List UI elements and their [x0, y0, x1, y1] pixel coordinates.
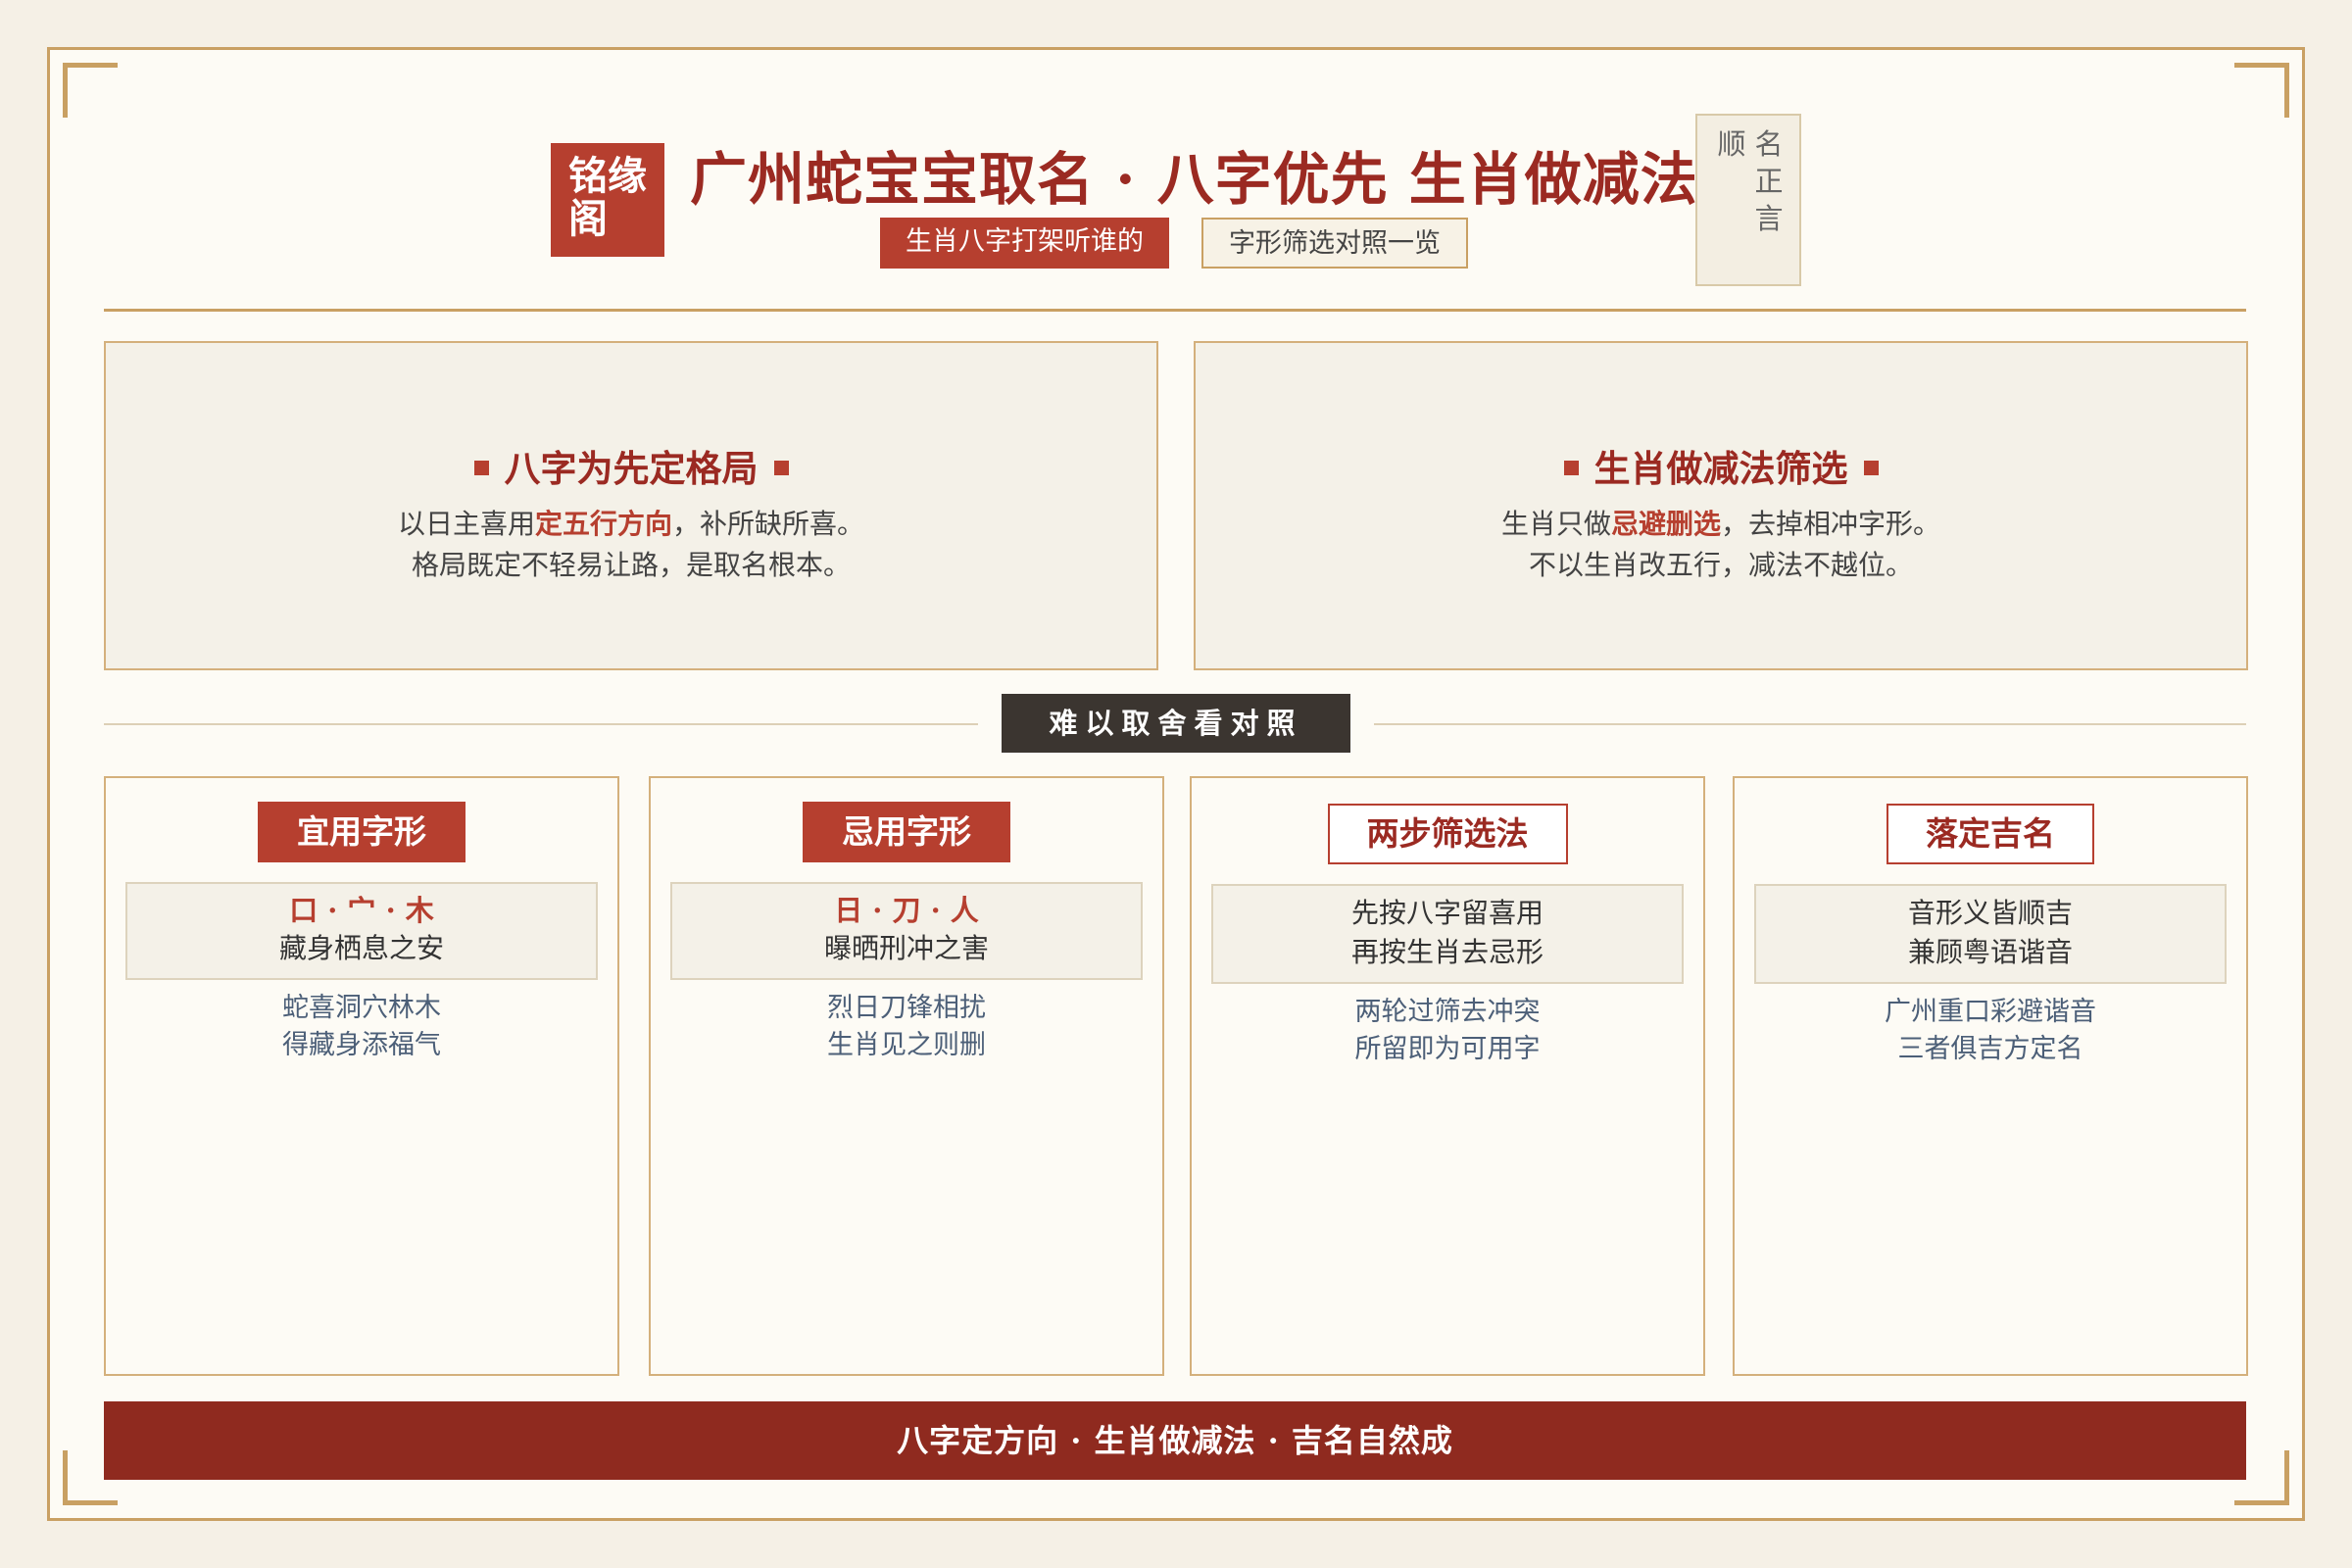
header-divider: [104, 309, 2246, 312]
square-bullet-icon: [1563, 461, 1579, 475]
radical-list: 口 · 宀 · 木: [289, 894, 434, 927]
card-final-name: 落定吉名 音形义皆顺吉 兼顾粤语谐音 广州重口彩避谐音 三者俱吉方定名: [1733, 776, 2248, 1376]
card-box: 先按八字留喜用 再按生肖去忌形: [1211, 884, 1684, 984]
brand-logo: 铭缘阁: [551, 143, 664, 257]
card-note: 三者俱吉方定名: [1897, 1034, 2083, 1064]
panel-heading: 生肖做减法筛选: [1196, 439, 2246, 492]
card-title: 两步筛选法: [1327, 804, 1568, 864]
card-note: 生肖见之则删: [827, 1030, 986, 1060]
radical-list: 日 · 刀 · 人: [834, 894, 979, 927]
seal-text-col-1: 顺: [1717, 127, 1746, 161]
box-line: 音形义皆顺吉: [1907, 897, 2073, 929]
panel-line-1: 以日主喜用定五行方向，补所缺所喜。: [397, 508, 865, 540]
subtitle-tag-primary: 生肖八字打架听谁的: [880, 218, 1169, 269]
box-line: 再按生肖去忌形: [1350, 936, 1544, 968]
square-bullet-icon: [473, 461, 489, 475]
card-box: 音形义皆顺吉 兼顾粤语谐音: [1754, 884, 2227, 984]
corner-ornament-top-right: [2234, 63, 2289, 118]
principle-panel-zodiac: 生肖做减法筛选 生肖只做忌避删选，去掉相冲字形。 不以生肖改五行，减法不越位。: [1194, 341, 2248, 670]
card-note: 广州重口彩避谐音: [1885, 997, 2096, 1027]
footer-banner: 八字定方向 · 生肖做减法 · 吉名自然成: [104, 1401, 2246, 1480]
corner-ornament-top-left: [63, 63, 118, 118]
principle-panel-bazi: 八字为先定格局 以日主喜用定五行方向，补所缺所喜。 格局既定不轻易让路，是取名根…: [104, 341, 1158, 670]
square-bullet-icon: [773, 461, 789, 475]
square-bullet-icon: [1863, 461, 1879, 475]
section-label: 难以取舍看对照: [1002, 694, 1350, 753]
box-line: 曝晒刑冲之害: [823, 932, 989, 964]
card-note: 烈日刀锋相扰: [827, 993, 986, 1023]
highlight-text: 定五行方向: [534, 508, 672, 540]
card-note: 两轮过筛去冲突: [1354, 997, 1541, 1027]
seal-text-col-2: 名正言: [1754, 127, 1784, 235]
card-suitable-forms: 宜用字形 口 · 宀 · 木 藏身栖息之安 蛇喜洞穴林木 得藏身添福气: [104, 776, 619, 1376]
card-title: 宜用字形: [258, 802, 466, 862]
section-divider-right: [1374, 723, 2246, 725]
card-note: 所留即为可用字: [1354, 1034, 1541, 1064]
box-line: 藏身栖息之安: [278, 932, 444, 964]
page-title: 广州蛇宝宝取名 · 八字优先 生肖做减法: [690, 146, 1698, 213]
panel-line-2: 格局既定不轻易让路，是取名根本。: [411, 549, 851, 581]
highlight-text: 忌避删选: [1610, 508, 1721, 540]
card-two-step-method: 两步筛选法 先按八字留喜用 再按生肖去忌形 两轮过筛去冲突 所留即为可用字: [1190, 776, 1705, 1376]
section-divider-left: [104, 723, 978, 725]
seal-stamp: 顺 名正言: [1695, 114, 1801, 286]
box-line: 先按八字留喜用: [1350, 897, 1544, 929]
card-note: 蛇喜洞穴林木: [282, 993, 441, 1023]
subtitle-tag-secondary: 字形筛选对照一览: [1201, 218, 1468, 269]
card-avoid-forms: 忌用字形 日 · 刀 · 人 曝晒刑冲之害 烈日刀锋相扰 生肖见之则删: [649, 776, 1164, 1376]
card-note: 得藏身添福气: [282, 1030, 441, 1060]
card-title: 忌用字形: [803, 802, 1010, 862]
card-box: 日 · 刀 · 人 曝晒刑冲之害: [670, 882, 1143, 980]
card-box: 口 · 宀 · 木 藏身栖息之安: [125, 882, 598, 980]
panel-line-2: 不以生肖改五行，减法不越位。: [1528, 549, 1913, 581]
box-line: 兼顾粤语谐音: [1907, 936, 2073, 968]
panel-heading: 八字为先定格局: [106, 439, 1156, 492]
card-title: 落定吉名: [1886, 804, 2094, 864]
panel-line-1: 生肖只做忌避删选，去掉相冲字形。: [1500, 508, 1941, 540]
